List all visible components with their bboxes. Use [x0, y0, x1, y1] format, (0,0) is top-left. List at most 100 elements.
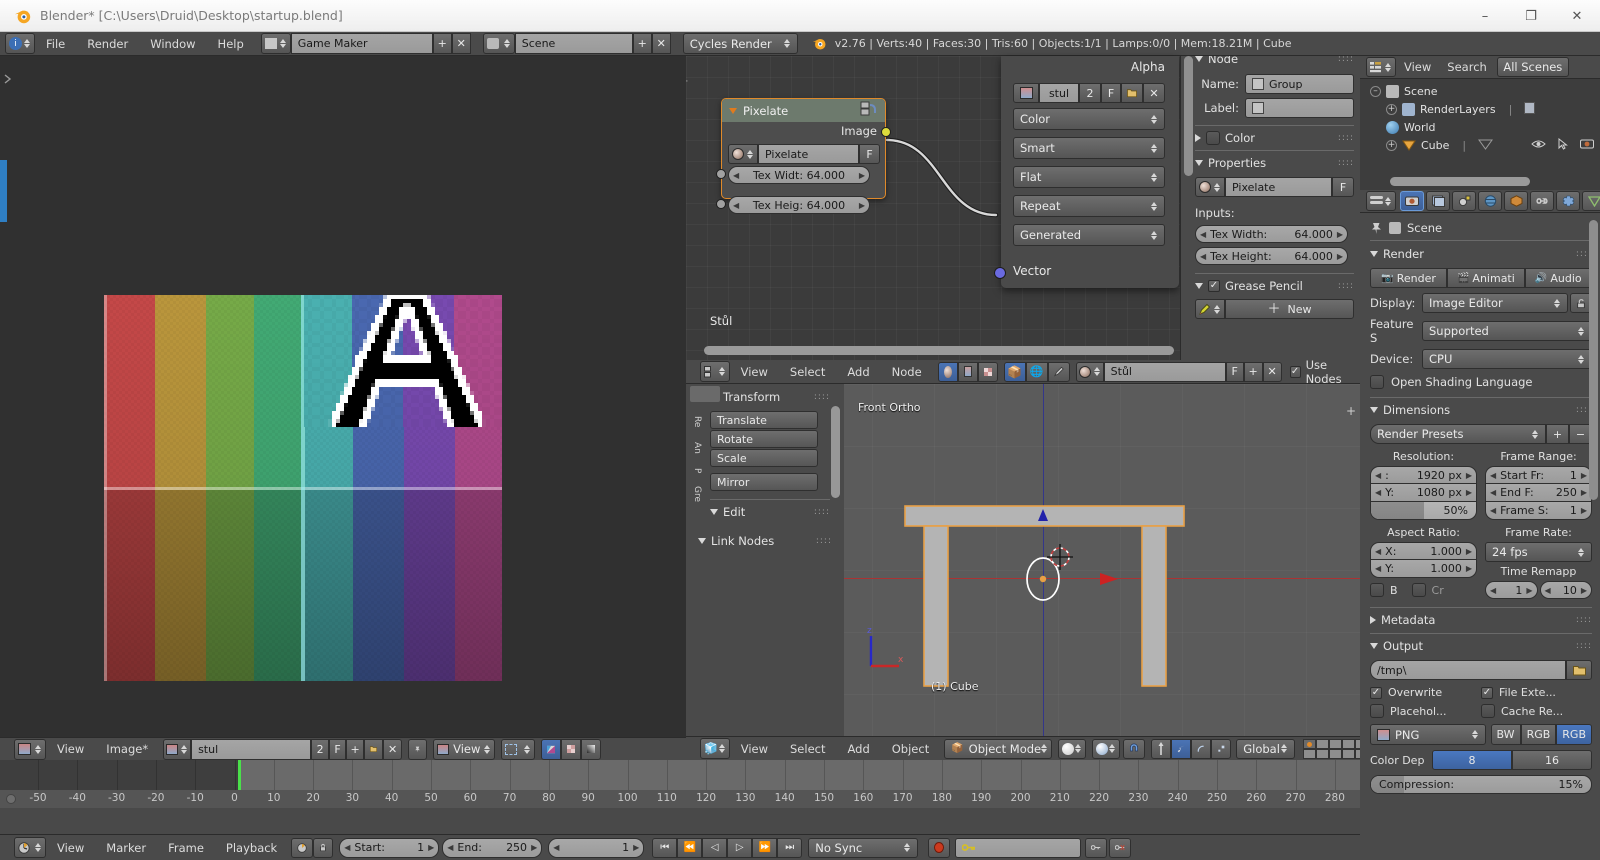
mesh-data-icon[interactable]	[1478, 138, 1494, 153]
layer-cell[interactable]	[1302, 748, 1316, 759]
arrow-left-icon[interactable]: ◀	[1545, 586, 1551, 595]
jump-to-start-button[interactable]: ⏮	[652, 837, 678, 858]
image-output-socket[interactable]	[881, 127, 891, 137]
jump-forward-button[interactable]: ⏩	[752, 837, 778, 858]
node-section-title[interactable]: Node ::::	[1195, 56, 1354, 66]
texture-fake-user-button[interactable]: F	[1101, 83, 1121, 103]
new-grease-pencil-button[interactable]: ＋ New	[1225, 299, 1354, 319]
arrow-right-icon[interactable]: ▶	[859, 171, 865, 180]
grease-pencil-browse-selector[interactable]	[1195, 299, 1225, 319]
node-label-field[interactable]	[1245, 98, 1354, 118]
grip-dots[interactable]: ::::	[816, 536, 832, 546]
end-frame-field[interactable]: ◀ End F: 250 ▶	[1485, 484, 1592, 502]
renderability-camera-icon[interactable]	[1580, 138, 1594, 152]
texture-popover-dropdown-color[interactable]: Color	[1013, 108, 1165, 130]
arrow-left-icon[interactable]: ◀	[1490, 488, 1496, 497]
close-button[interactable]: ✕	[1554, 0, 1600, 32]
render-engine-selector[interactable]: Cycles Render	[682, 33, 798, 54]
interaction-mode-selector[interactable]: 📦 Object Mode	[944, 738, 1053, 759]
editor-type-selector-image[interactable]	[14, 738, 46, 760]
image-view-mode-selector[interactable]: View	[433, 738, 496, 760]
layer-cell[interactable]	[1341, 738, 1355, 749]
cache-result-checkbox[interactable]	[1481, 704, 1495, 718]
view3d-menu-object[interactable]: Object	[881, 737, 940, 761]
feature-set-selector[interactable]: Supported	[1422, 321, 1592, 341]
use-preview-range-button[interactable]	[291, 837, 314, 858]
arrow-left-icon[interactable]: ◀	[1375, 471, 1381, 480]
display-channels-zbuffer-button[interactable]	[581, 738, 602, 760]
arrow-left-icon[interactable]: ◀	[1375, 564, 1381, 573]
editor-type-selector-view3d[interactable]: 🧊	[700, 738, 730, 759]
outliner-row-renderlayers[interactable]: + RenderLayers |	[1364, 100, 1600, 118]
unlink-image-button[interactable]: ✕	[1143, 83, 1165, 103]
frame-rate-selector[interactable]: 24 fps	[1485, 542, 1592, 562]
view3d-menu-select[interactable]: Select	[779, 737, 836, 761]
end-frame-field[interactable]: ◀ End: 250 ▶	[442, 837, 543, 858]
add-scene-button[interactable]: +	[632, 33, 652, 54]
link-nodes-panel-title[interactable]: Link Nodes ::::	[698, 534, 832, 548]
node-editor-horizontal-scrollbar[interactable]	[704, 346, 1174, 355]
grease-pencil-section-title[interactable]: Grease Pencil ::::	[1195, 279, 1354, 293]
timeline-ruler[interactable]: -50 -40 -30 -20 -10 0 10 20 30 40 50 60 70 80 90 100 110…	[0, 790, 1360, 808]
layer-cell[interactable]	[1328, 748, 1342, 759]
jump-back-button[interactable]: ⏪	[677, 837, 703, 858]
texture-context-object-button[interactable]: 📦	[1003, 361, 1026, 382]
region-expand-icon[interactable]: +	[1346, 404, 1356, 418]
translate-manipulator-button[interactable]	[1171, 738, 1192, 759]
display-mode-selector[interactable]: Image Editor	[1422, 293, 1568, 313]
rotate-manipulator-button[interactable]	[1191, 738, 1212, 759]
use-nodes-checkbox[interactable]	[1289, 365, 1301, 378]
arrow-left-icon[interactable]: ◀	[1200, 230, 1206, 239]
color-section-title[interactable]: Color ::::	[1195, 131, 1354, 145]
delete-scene-button[interactable]: ✕	[651, 33, 671, 54]
aspect-y-field[interactable]: ◀ Y: 1.000 ▶	[1370, 560, 1477, 578]
lock-time-button[interactable]	[313, 837, 334, 858]
outliner-display-mode[interactable]: All Scenes	[1496, 57, 1569, 77]
pin-icon[interactable]	[1370, 222, 1383, 235]
color-enable-checkbox[interactable]	[1206, 131, 1220, 145]
time-remap-new-field[interactable]: ◀ 10 ▶	[1539, 581, 1592, 599]
texture-browse-selector[interactable]	[728, 144, 758, 164]
arrow-right-icon[interactable]: ▶	[1337, 252, 1343, 261]
tool-button-mirror[interactable]: Mirror	[710, 473, 818, 491]
renderlayer-data-icon[interactable]	[1524, 101, 1536, 117]
timeline-menu-frame[interactable]: Frame	[157, 836, 215, 860]
outliner-menu-search[interactable]: Search	[1439, 55, 1495, 79]
collapse-triangle-icon[interactable]	[729, 107, 737, 114]
image-users-count[interactable]: 2	[311, 738, 330, 760]
texture-fake-user-button[interactable]: F	[859, 144, 880, 164]
pin-image-button[interactable]	[408, 738, 428, 760]
shader-type-world-button[interactable]	[957, 361, 978, 382]
node-properties-scrollbar[interactable]	[1184, 56, 1193, 176]
tool-button-rotate[interactable]: Rotate	[710, 430, 818, 448]
arrow-left-icon[interactable]: ◀	[553, 843, 559, 852]
keying-set-field[interactable]	[955, 837, 1082, 858]
arrow-right-icon[interactable]: ▶	[531, 843, 537, 852]
pivot-selector[interactable]	[501, 738, 536, 760]
placeholders-checkbox[interactable]	[1370, 704, 1384, 718]
tex-width-input-socket[interactable]	[716, 169, 726, 179]
timeline-menu-view[interactable]: View	[46, 836, 95, 860]
editor-type-selector-node[interactable]	[700, 361, 730, 382]
file-format-selector[interactable]: PNG	[1370, 724, 1486, 745]
editor-type-selector-info[interactable]: i	[5, 33, 35, 54]
arrow-right-icon[interactable]: ▶	[1466, 488, 1472, 497]
node-menu-add[interactable]: Add	[836, 360, 880, 384]
outliner-expand-toggle[interactable]: +	[1386, 139, 1397, 151]
unlink-node-tree-button[interactable]: ✕	[1262, 361, 1282, 382]
time-remap-old-field[interactable]: ◀ 1 ▶	[1485, 581, 1538, 599]
unlink-image-button[interactable]: ✕	[383, 738, 403, 760]
edit-panel-title[interactable]: Edit ::::	[710, 505, 830, 519]
add-keying-set-button[interactable]	[1085, 837, 1108, 858]
output-path-field[interactable]: /tmp\	[1370, 660, 1566, 680]
add-screen-layout-button[interactable]: +	[432, 33, 452, 54]
image-fake-user-button[interactable]: F	[329, 738, 347, 760]
device-selector[interactable]: CPU	[1422, 349, 1592, 369]
arrow-right-icon[interactable]: ▶	[1581, 488, 1587, 497]
node-group-icon[interactable]	[860, 101, 878, 120]
delete-screen-layout-button[interactable]: ✕	[451, 33, 471, 54]
node-menu-node[interactable]: Node	[881, 360, 933, 384]
texture-image-name[interactable]: stul	[1039, 83, 1079, 103]
grip-dots[interactable]: ::::	[1338, 158, 1354, 168]
layer-cell[interactable]	[1328, 738, 1342, 749]
